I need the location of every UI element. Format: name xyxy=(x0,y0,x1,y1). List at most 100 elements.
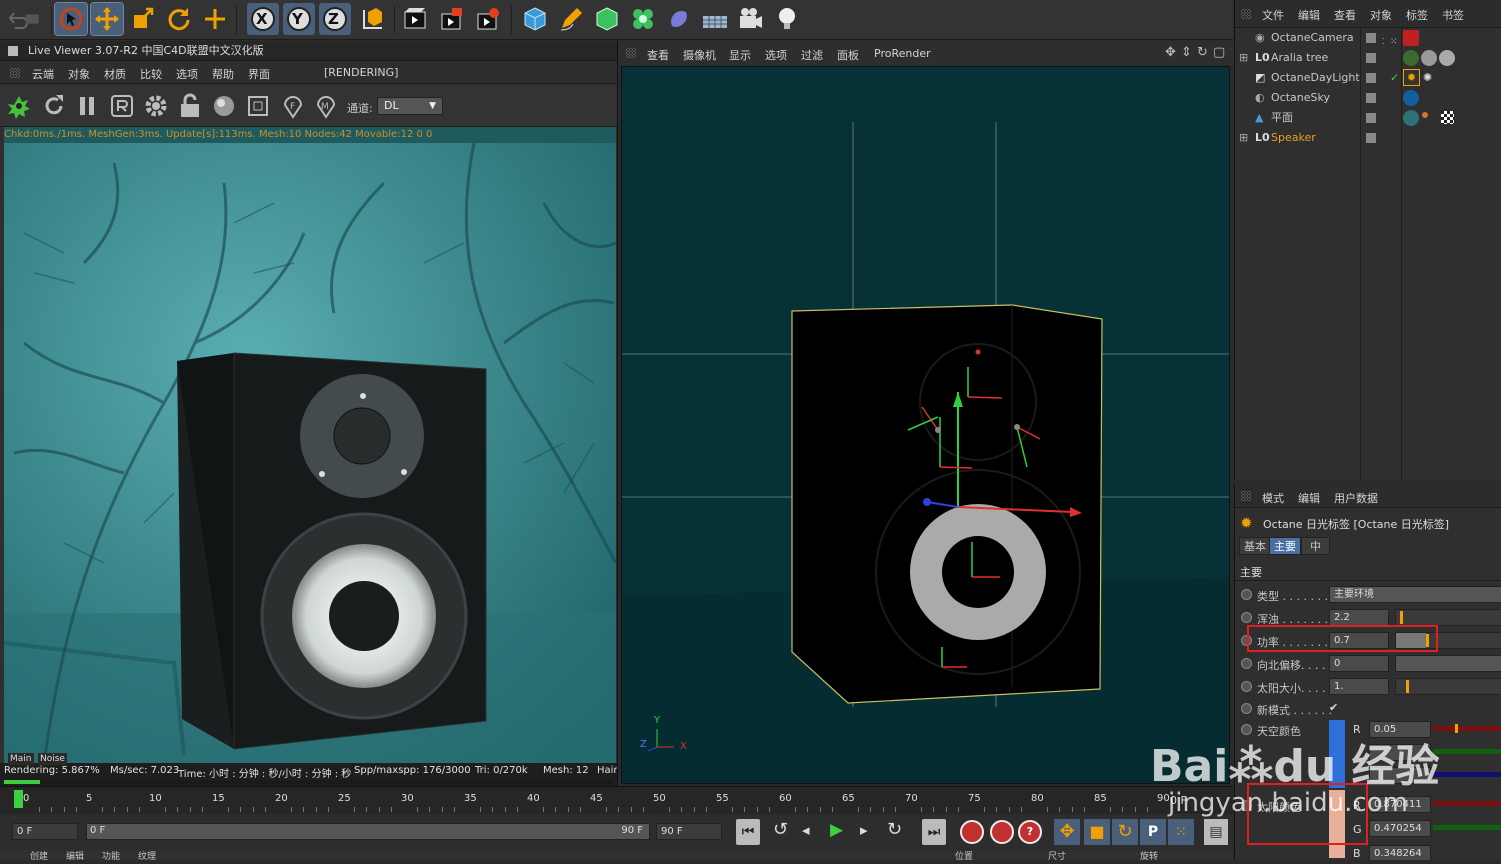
z-axis-button[interactable]: Z xyxy=(319,3,351,35)
octane-logo-icon[interactable] xyxy=(6,93,32,119)
playhead[interactable] xyxy=(14,790,23,808)
tab-more[interactable]: 中 xyxy=(1301,537,1330,555)
redo-icon[interactable] xyxy=(22,3,46,35)
tab-main[interactable]: 主要 xyxy=(1269,537,1301,555)
current-frame-field[interactable]: 0 F xyxy=(12,823,78,840)
param-radio[interactable] xyxy=(1241,612,1252,623)
sky-r-field[interactable]: 0.05 xyxy=(1369,721,1431,738)
param-radio[interactable] xyxy=(1241,703,1252,714)
object-row-camera[interactable]: ◉ OctaneCamera ⁚ ⁙ xyxy=(1235,28,1501,48)
pin-f-icon[interactable]: F xyxy=(281,93,305,119)
am-menu-edit[interactable]: 编辑 xyxy=(1298,490,1320,506)
timeline-icon[interactable]: ▤ xyxy=(1204,819,1228,845)
lv-menu-options[interactable]: 选项 xyxy=(176,66,198,82)
menu-grip-icon[interactable] xyxy=(10,68,20,78)
om-menu-edit[interactable]: 编辑 xyxy=(1298,7,1320,23)
rotate-icon[interactable] xyxy=(163,3,195,35)
object-row-speaker[interactable]: ⊞ L0 Speaker xyxy=(1235,128,1501,148)
sky-b-slider[interactable] xyxy=(1433,772,1501,777)
sun-tag-icon[interactable]: ✺ xyxy=(1423,68,1432,88)
object-row-plane[interactable]: ▲ 平面 xyxy=(1235,108,1501,128)
vp-menu-options[interactable]: 选项 xyxy=(765,47,787,63)
next-key-icon[interactable]: ↻ xyxy=(887,819,902,840)
param-radio[interactable] xyxy=(1241,681,1252,692)
vp-menu-filter[interactable]: 过滤 xyxy=(801,47,823,63)
deformer-icon[interactable] xyxy=(663,3,695,35)
material-tag-icon[interactable] xyxy=(1439,50,1455,66)
texture-tag-icon[interactable] xyxy=(1422,112,1428,118)
subdivision-icon[interactable] xyxy=(591,3,623,35)
param-radio[interactable] xyxy=(1241,724,1252,735)
bottom-tab-create[interactable]: 创建 xyxy=(30,850,48,864)
sun-g-field[interactable]: 0.470254 xyxy=(1369,820,1431,837)
max-frame-field[interactable]: 90 F xyxy=(656,823,722,840)
sun-b-field[interactable]: 0.348264 xyxy=(1369,845,1431,860)
bottom-tab-texture[interactable]: 纹理 xyxy=(138,850,156,864)
vp-menu-panel[interactable]: 面板 xyxy=(837,47,859,63)
autokey-icon[interactable] xyxy=(990,820,1014,844)
cloner-icon[interactable] xyxy=(627,3,659,35)
pin-m-icon[interactable]: M xyxy=(314,93,338,119)
lv-menu-interface[interactable]: 界面 xyxy=(248,66,270,82)
object-name[interactable]: OctaneDayLight xyxy=(1271,68,1360,88)
multi-transform-icon[interactable] xyxy=(199,3,231,35)
floor-icon[interactable] xyxy=(699,3,731,35)
visibility-toggle[interactable] xyxy=(1366,33,1376,43)
object-name[interactable]: OctaneSky xyxy=(1271,88,1330,108)
coordinate-system-icon[interactable] xyxy=(357,3,389,35)
sky-g-field[interactable] xyxy=(1369,744,1431,761)
material-tag-icon[interactable] xyxy=(1403,50,1419,66)
lock-icon[interactable] xyxy=(178,93,202,119)
north-offset-field[interactable]: 0 xyxy=(1329,655,1389,672)
prev-frame-icon[interactable]: ◂ xyxy=(802,821,810,839)
key-scale-icon[interactable]: ■ xyxy=(1084,819,1110,845)
goto-end-icon[interactable]: ⏭ xyxy=(922,819,946,845)
material-ball-icon[interactable] xyxy=(211,93,237,119)
om-menu-view[interactable]: 查看 xyxy=(1334,7,1356,23)
visibility-toggle[interactable] xyxy=(1366,93,1376,103)
visibility-toggle[interactable] xyxy=(1366,53,1376,63)
render-image[interactable] xyxy=(4,143,616,763)
am-menu-mode[interactable]: 模式 xyxy=(1262,490,1284,506)
play-icon[interactable]: ▶ xyxy=(830,820,843,840)
sky-color-swatch[interactable] xyxy=(1329,720,1345,788)
nav-maximize-icon[interactable]: ▢ xyxy=(1213,45,1225,60)
object-name[interactable]: Speaker xyxy=(1271,128,1316,148)
pen-icon[interactable] xyxy=(555,3,587,35)
object-name[interactable]: Aralia tree xyxy=(1271,48,1328,68)
north-offset-slider[interactable] xyxy=(1395,655,1501,672)
key-pla-icon[interactable]: ⁙ xyxy=(1168,819,1194,845)
sky-r-slider[interactable] xyxy=(1433,724,1501,733)
select-icon[interactable] xyxy=(54,2,88,36)
om-menu-file[interactable]: 文件 xyxy=(1262,7,1284,23)
om-menu-tags[interactable]: 标签 xyxy=(1406,7,1428,23)
om-menu-bookmarks[interactable]: 书签 xyxy=(1442,7,1464,23)
sun-size-field[interactable]: 1. xyxy=(1329,678,1389,695)
x-axis-button[interactable]: X xyxy=(247,3,279,35)
vp-menu-view[interactable]: 查看 xyxy=(647,47,669,63)
am-grip-icon[interactable] xyxy=(1241,491,1251,501)
scale-icon[interactable] xyxy=(127,3,159,35)
visibility-toggle[interactable] xyxy=(1366,133,1376,143)
sun-size-slider[interactable] xyxy=(1395,678,1501,695)
y-axis-button[interactable]: Y xyxy=(283,3,315,35)
sun-r-field[interactable]: 0.870411 xyxy=(1369,796,1431,813)
record-icon[interactable] xyxy=(960,820,984,844)
nav-move-icon[interactable]: ✥ xyxy=(1165,45,1176,60)
panel-grip-icon[interactable] xyxy=(8,46,18,56)
lv-menu-material[interactable]: 材质 xyxy=(104,66,126,82)
channel-select[interactable]: DL ▼ xyxy=(377,97,443,115)
object-row-aralia-tree[interactable]: ⊞ L0 Aralia tree xyxy=(1235,48,1501,68)
region-icon[interactable] xyxy=(110,93,134,119)
bottom-tab-function[interactable]: 功能 xyxy=(102,850,120,864)
next-frame-icon[interactable]: ▸ xyxy=(860,821,868,839)
vp-menu-display[interactable]: 显示 xyxy=(729,47,751,63)
settings-gear-icon[interactable] xyxy=(143,93,169,119)
key-rotation-icon[interactable]: ↻ xyxy=(1112,819,1138,845)
am-menu-user-data[interactable]: 用户数据 xyxy=(1334,490,1378,506)
new-model-checkbox[interactable]: ✔ xyxy=(1329,701,1338,714)
om-grip-icon[interactable] xyxy=(1241,9,1251,19)
environment-tag-icon[interactable] xyxy=(1403,90,1419,106)
om-menu-objects[interactable]: 对象 xyxy=(1370,7,1392,23)
render-settings-icon[interactable] xyxy=(472,3,504,35)
